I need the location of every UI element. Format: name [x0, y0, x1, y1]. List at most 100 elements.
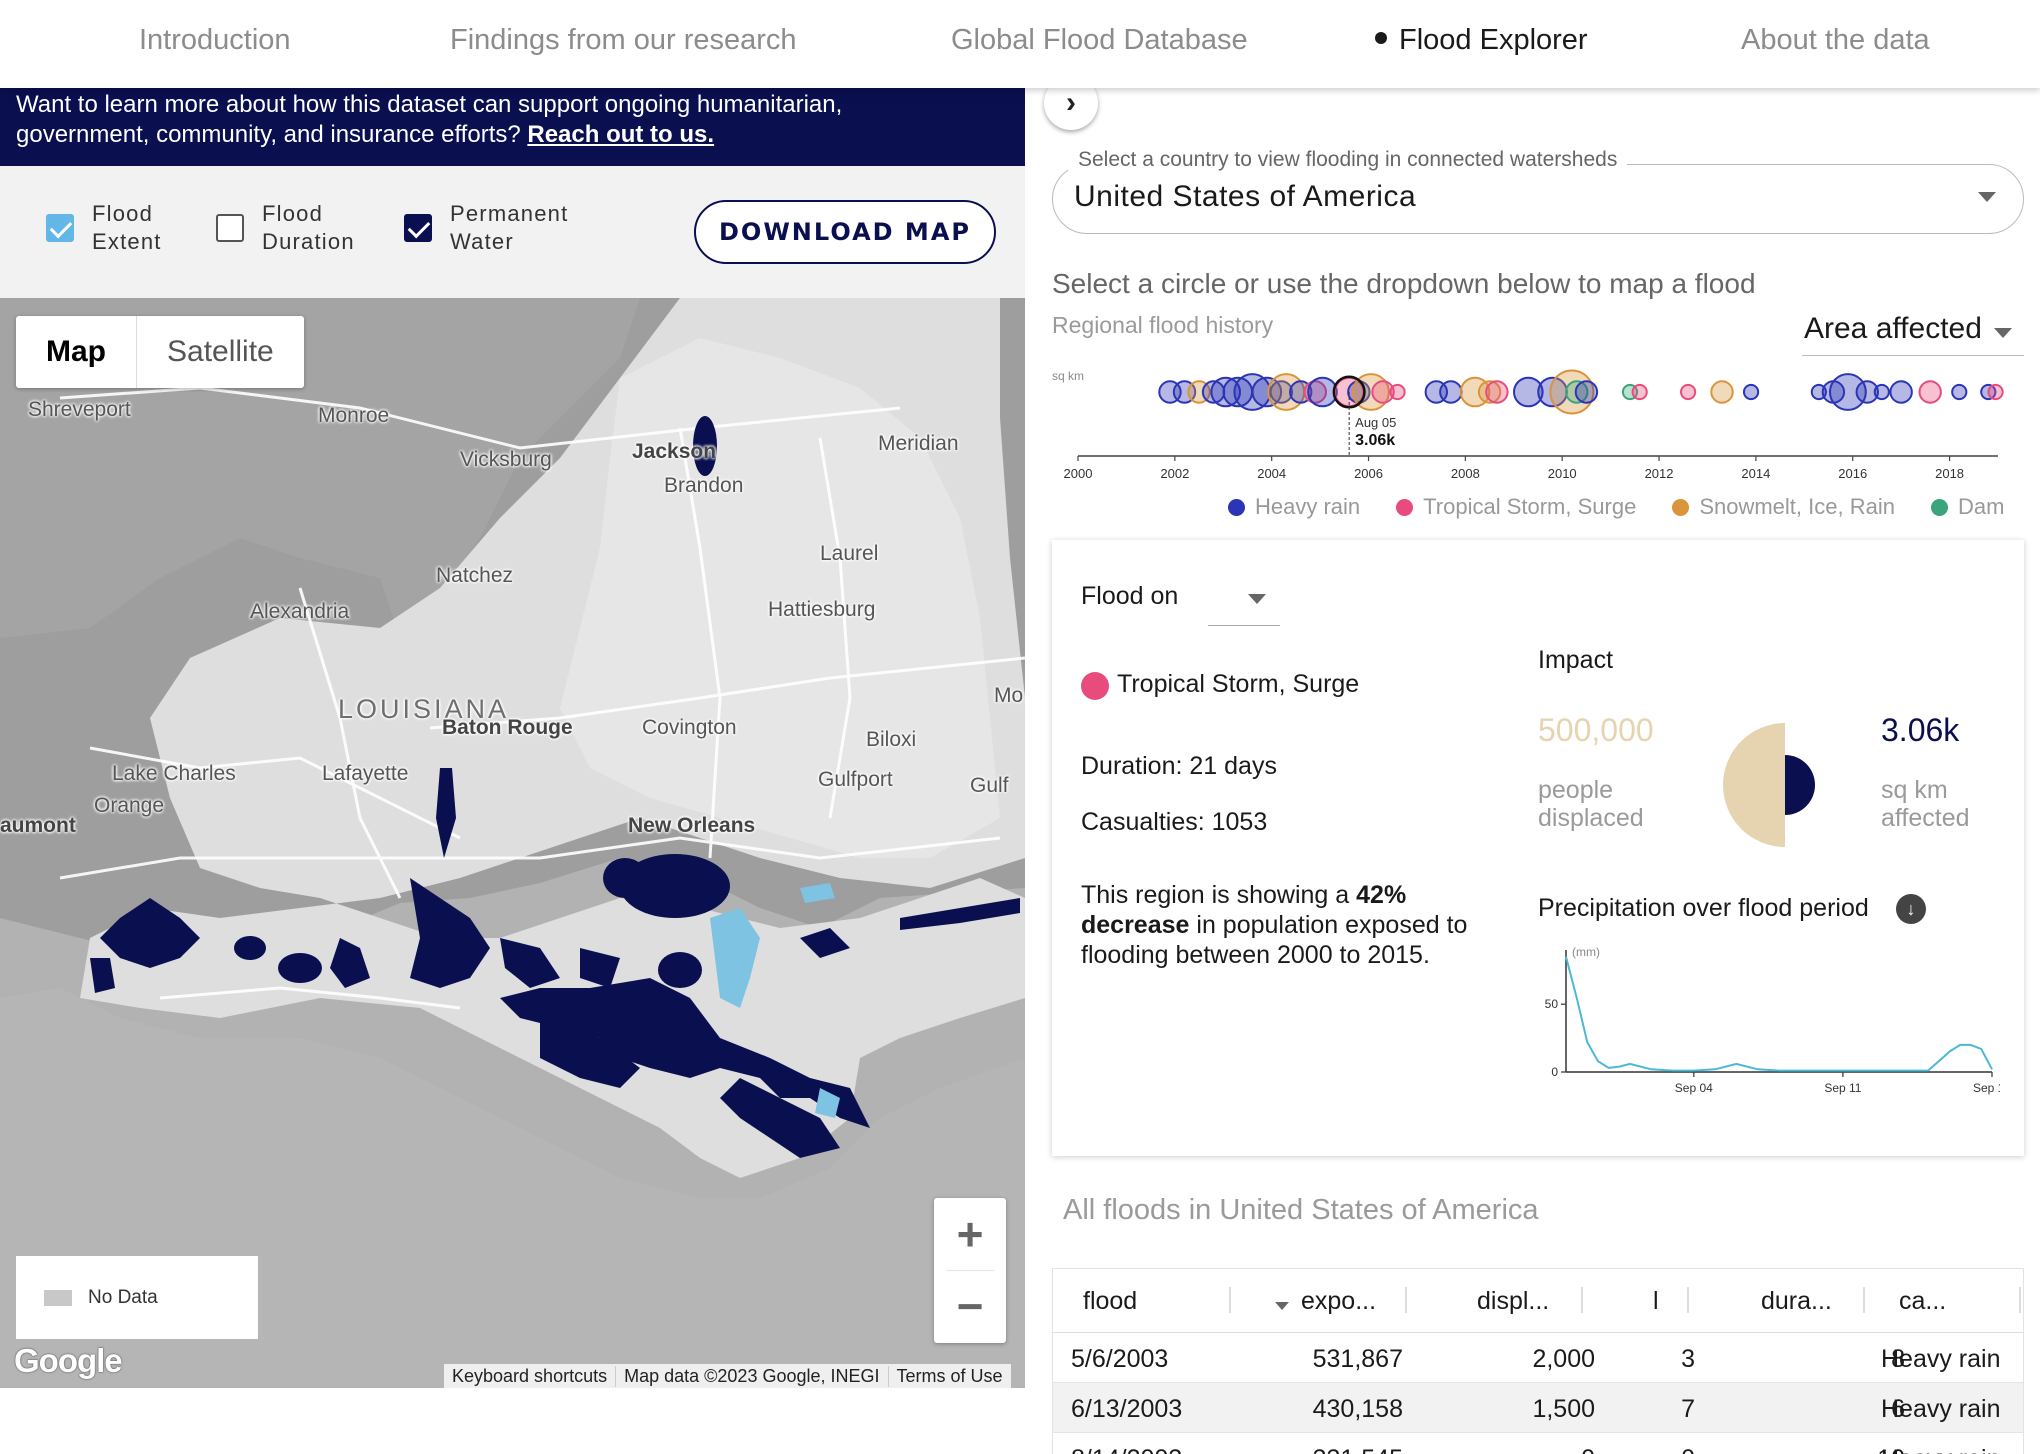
precip-y-unit: (mm) [1572, 945, 1600, 959]
area-affected-slice [1785, 755, 1815, 815]
city-label-orange: Orange [94, 794, 165, 817]
timeline-tick-label: 2018 [1935, 466, 1964, 481]
checkbox-checked-icon [46, 214, 74, 242]
column-header-displaced[interactable]: displ... [1477, 1287, 1549, 1316]
state-label-mo: Mo [994, 684, 1024, 707]
dam-dot-icon [1930, 498, 1948, 516]
city-label-shreveport: Shreveport [28, 398, 131, 421]
permanent-water-checkbox[interactable]: Permanent Water [404, 198, 570, 258]
timeline-events[interactable] [1158, 369, 2004, 415]
keyboard-shortcuts-link[interactable]: Keyboard shortcuts [444, 1366, 615, 1387]
timeline-tick-label: 2002 [1160, 466, 1189, 481]
timeline-tick-label: 2000 [1064, 466, 1093, 481]
column-separator[interactable] [1229, 1287, 1231, 1313]
permanent-water-label: Permanent Water [450, 201, 569, 254]
nav-about-data[interactable]: About the data [1741, 24, 1930, 57]
table-cell: 3 [1681, 1345, 1695, 1373]
timeline-tooltip-value: 3.06k [1355, 432, 1395, 449]
column-separator[interactable] [1581, 1287, 1583, 1313]
map-type-map-button[interactable]: Map [16, 316, 137, 388]
flood-event-circle[interactable] [1307, 376, 1338, 408]
timeline-tick-label: 2010 [1548, 466, 1577, 481]
no-data-label: No Data [88, 1286, 158, 1308]
flood-event-circle[interactable] [1889, 380, 1913, 404]
timeline-tick-label: 2014 [1741, 466, 1770, 481]
map-legend: No Data [16, 1256, 258, 1339]
flood-event-circle[interactable] [1631, 383, 1648, 401]
column-header-cause[interactable]: ca... [1899, 1287, 1946, 1316]
flood-event-circle[interactable] [1987, 383, 2004, 401]
table-cell: 430,158 [1312, 1395, 1403, 1423]
people-displaced-label: people displaced [1538, 776, 1644, 832]
flood-event-circle[interactable] [1680, 383, 1697, 401]
flood-event-circle[interactable] [1574, 380, 1599, 404]
nav-global-flood-database[interactable]: Global Flood Database [951, 24, 1248, 57]
column-header-duration[interactable]: dura... [1761, 1287, 1832, 1316]
city-label-brandon: Brandon [664, 474, 744, 497]
column-separator[interactable] [2019, 1287, 2021, 1313]
table-cell: 0 [1433, 1445, 1595, 1454]
column-header-flood[interactable]: flood [1083, 1287, 1137, 1316]
flood-extent-label: Flood Extent [92, 201, 162, 254]
precip-x-tick-label: Sep 04 [1675, 1081, 1713, 1095]
google-logo[interactable]: Google [14, 1342, 123, 1380]
table-row[interactable]: 8/14/2003331,5450010Heavy rain [1053, 1433, 2023, 1454]
city-label-alexandria: Alexandria [250, 600, 350, 623]
impact-title: Impact [1538, 646, 1614, 674]
legend-tropical-storm[interactable]: Tropical Storm, Surge [1396, 494, 1636, 520]
flood-map[interactable]: Shreveport Monroe Vicksburg Jackson Meri… [0, 298, 1025, 1388]
column-separator[interactable] [1687, 1287, 1689, 1313]
sort-desc-icon[interactable] [1275, 1302, 1289, 1310]
table-row[interactable]: 5/6/2003 531,867 2,000 3 8 Heavy rain [1053, 1333, 2023, 1383]
timeline-ticks: 2000 2002 2004 2006 2008 2010 2012 2014 2016 2018 [1064, 456, 1964, 481]
nav-flood-explorer-label: Flood Explorer [1399, 24, 1588, 56]
column-header-exposed[interactable]: expo... [1301, 1287, 1376, 1316]
download-map-button[interactable]: DOWNLOAD MAP [694, 200, 996, 264]
terms-of-use-link[interactable]: Terms of Use [887, 1365, 1011, 1387]
no-data-swatch [44, 1289, 72, 1306]
flood-event-circle[interactable] [1742, 383, 1760, 401]
legend-heavy-rain[interactable]: Heavy rain [1228, 494, 1360, 520]
nav-findings[interactable]: Findings from our research [450, 24, 797, 57]
legend-dam[interactable]: Dam [1930, 494, 2004, 520]
table-cell: 2,000 [1532, 1345, 1595, 1373]
column-separator[interactable] [1405, 1287, 1407, 1313]
flood-date-select[interactable] [1208, 574, 1280, 626]
flood-history-timeline[interactable]: sq km 2000 2002 2004 2006 2008 2010 2012 2014 20… [1050, 360, 2020, 490]
checkbox-unchecked-icon [216, 214, 244, 242]
legend-snowmelt[interactable]: Snowmelt, Ice, Rain [1672, 494, 1895, 520]
table-cell: 0 [1613, 1445, 1695, 1454]
reach-out-link[interactable]: Reach out to us. [527, 121, 714, 148]
timeline-unit-label: sq km [1052, 369, 1084, 383]
flood-event-circle[interactable] [1439, 380, 1463, 404]
table-cell: 531,867 [1312, 1345, 1403, 1373]
flood-event-circle[interactable] [1389, 383, 1406, 401]
flood-duration: Duration: 21 days [1081, 752, 1277, 780]
flood-event-circle[interactable] [1710, 380, 1734, 404]
map-type-satellite-button[interactable]: Satellite [137, 316, 304, 388]
column-separator[interactable] [1863, 1287, 1865, 1313]
precip-x-tick-label: Sep 18 [1973, 1081, 2000, 1095]
download-icon[interactable]: ↓ [1896, 894, 1926, 924]
city-label-gulfport: Gulfport [818, 768, 893, 791]
people-displaced-slice [1723, 723, 1785, 847]
flood-extent-checkbox[interactable]: Flood Extent [46, 198, 212, 258]
zoom-out-button[interactable]: − [934, 1270, 1006, 1342]
flood-event-circle[interactable] [1485, 380, 1509, 404]
timeline-tick-label: 2012 [1645, 466, 1674, 481]
tropical-storm-dot-icon [1081, 672, 1109, 700]
flood-event-circle[interactable] [1873, 383, 1890, 401]
nav-flood-explorer[interactable]: Flood Explorer [1375, 24, 1588, 57]
flood-event-circle[interactable] [1918, 380, 1942, 404]
precip-y-tick-label: 50 [1545, 997, 1559, 1011]
map-attribution: Keyboard shortcuts Map data ©2023 Google… [444, 1364, 1011, 1388]
table-row[interactable]: 6/13/2003 430,158 1,500 7 6 Heavy rain [1053, 1383, 2023, 1433]
zoom-in-button[interactable]: + [934, 1198, 1006, 1270]
city-label-jackson: Jackson [632, 440, 717, 463]
column-header-l[interactable]: l [1653, 1287, 1659, 1316]
flood-duration-checkbox[interactable]: Flood Duration [216, 198, 382, 258]
nav-introduction[interactable]: Introduction [139, 24, 291, 57]
flood-event-circle[interactable] [1951, 383, 1968, 401]
contact-banner: Want to learn more about how this datase… [0, 88, 1025, 166]
city-label-monroe: Monroe [318, 404, 390, 427]
